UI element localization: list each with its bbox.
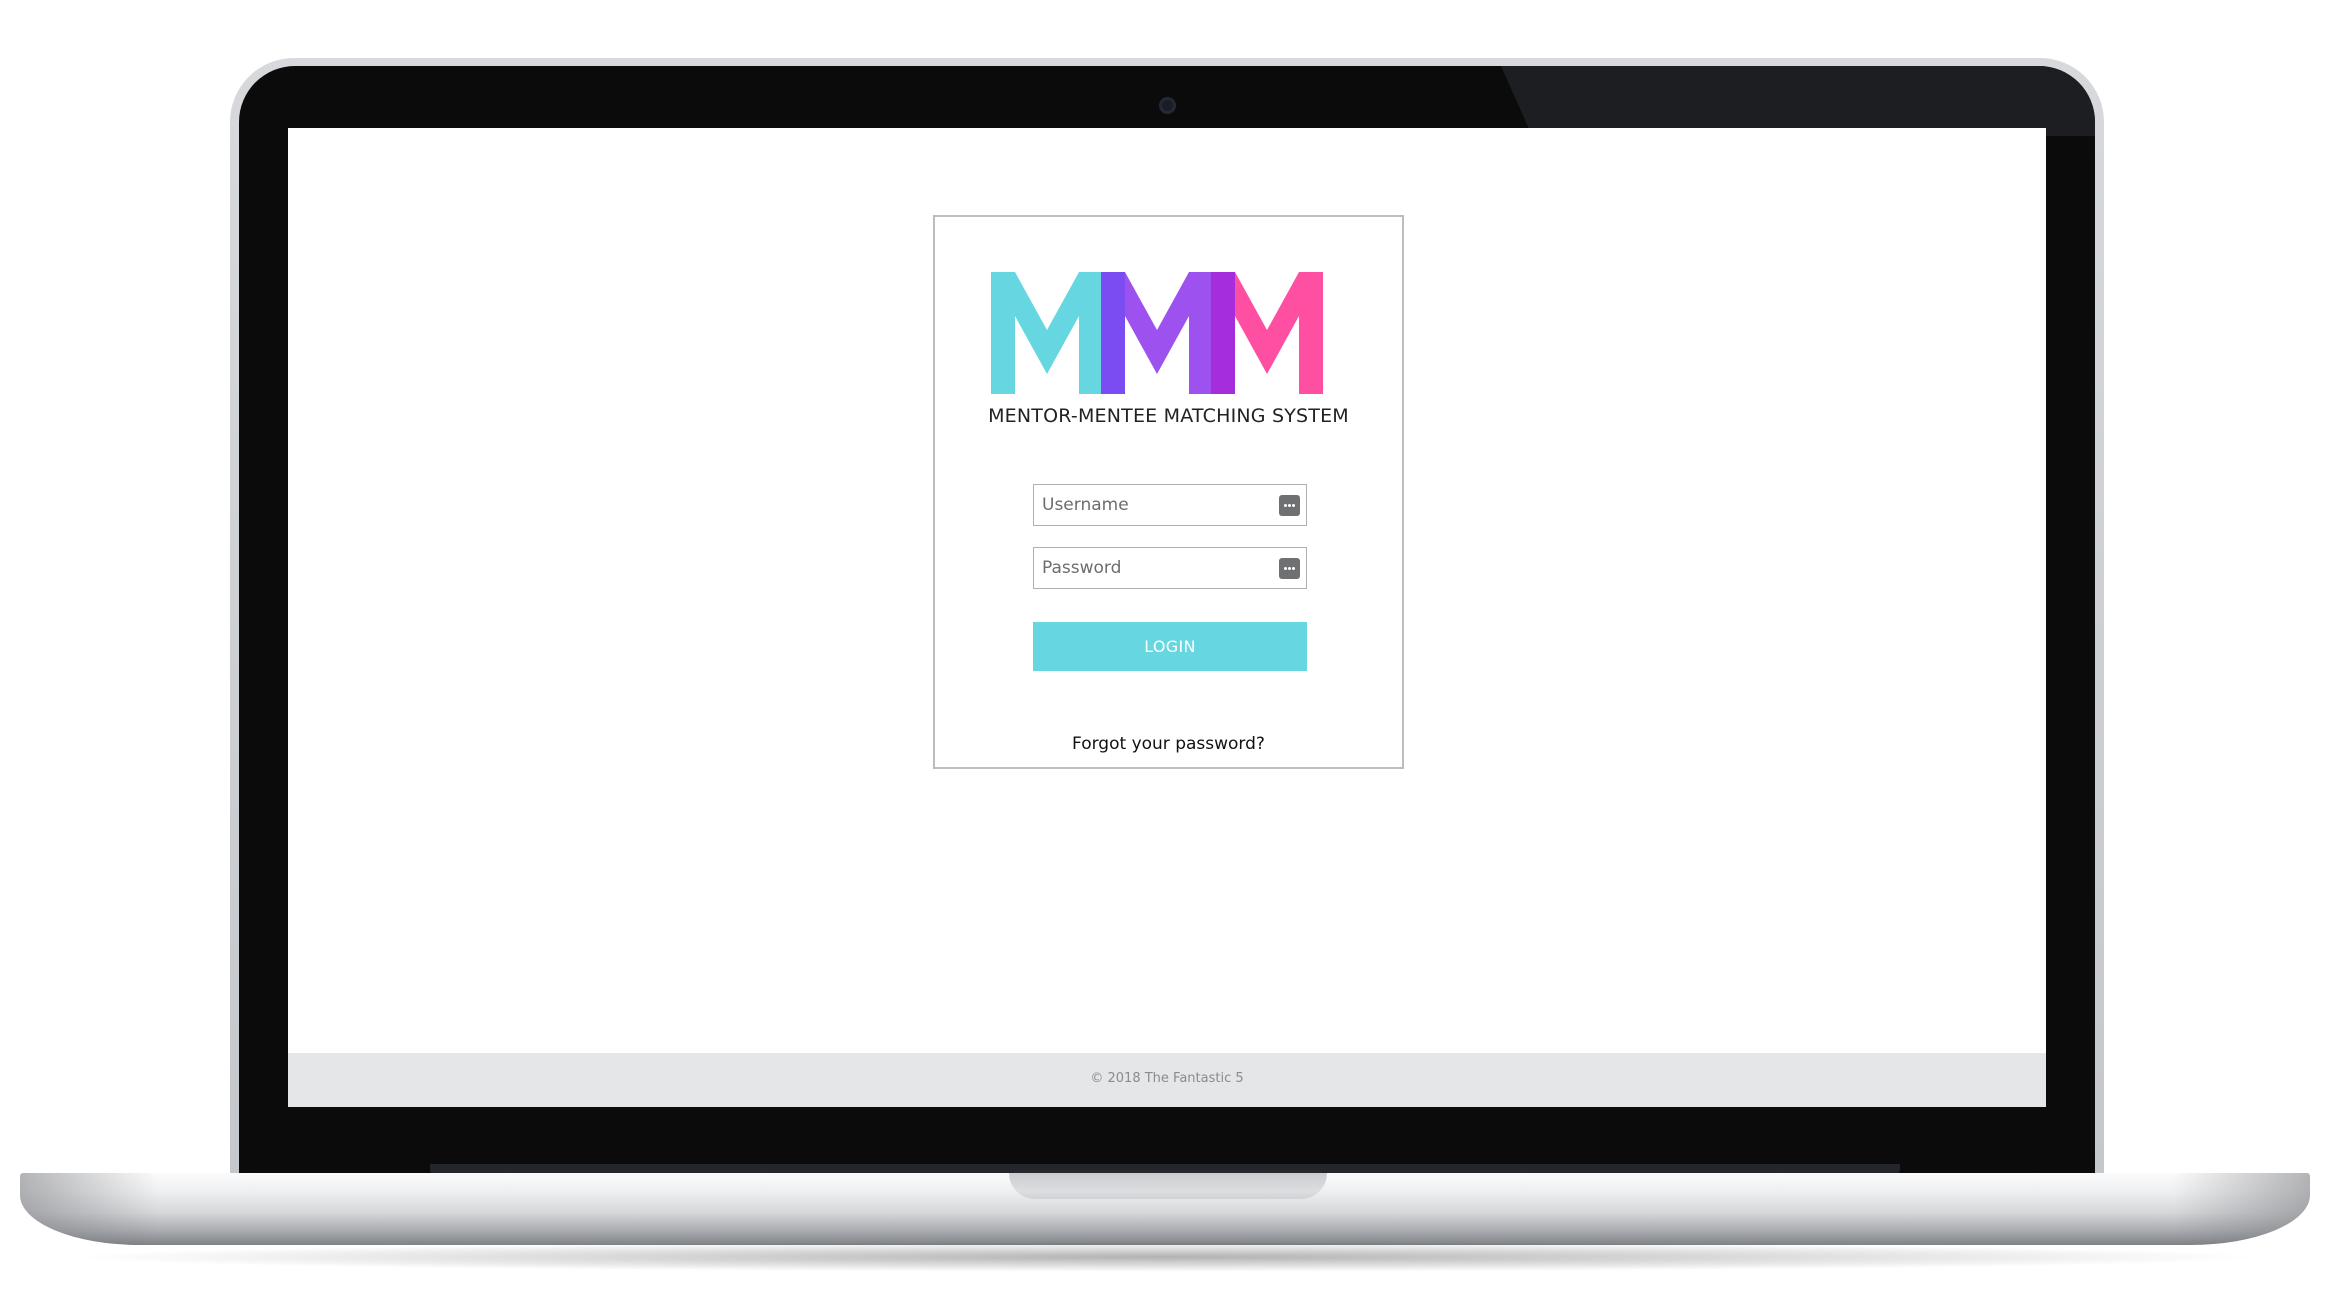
username-field[interactable] (1033, 484, 1307, 526)
page-footer: © 2018 The Fantastic 5 (288, 1053, 2046, 1107)
browser-viewport: MENTOR-MENTEE MATCHING SYSTEM LOGIN Forg… (288, 128, 2046, 1107)
login-button[interactable]: LOGIN (1033, 622, 1307, 671)
mmm-logo (991, 272, 1323, 394)
logo-letter-m-1 (991, 272, 1103, 394)
laptop-shadow (60, 1242, 2270, 1272)
password-field[interactable] (1033, 547, 1307, 589)
username-input[interactable] (1034, 485, 1306, 525)
footer-copyright: © 2018 The Fantastic 5 (1090, 1071, 1244, 1086)
camera-icon (1159, 97, 1176, 114)
login-card: MENTOR-MENTEE MATCHING SYSTEM LOGIN Forg… (933, 215, 1404, 769)
laptop-thumb-notch (1009, 1173, 1327, 1199)
logo-letter-m-2-stem (1101, 272, 1125, 394)
bezel-glare (1501, 66, 2095, 136)
password-manager-icon[interactable] (1279, 495, 1300, 516)
app-tagline: MENTOR-MENTEE MATCHING SYSTEM (988, 405, 1349, 427)
password-manager-icon[interactable] (1279, 558, 1300, 579)
forgot-password-link[interactable]: Forgot your password? (935, 734, 1402, 754)
logo-letter-m-3-stem (1211, 272, 1235, 394)
password-input[interactable] (1034, 548, 1306, 588)
